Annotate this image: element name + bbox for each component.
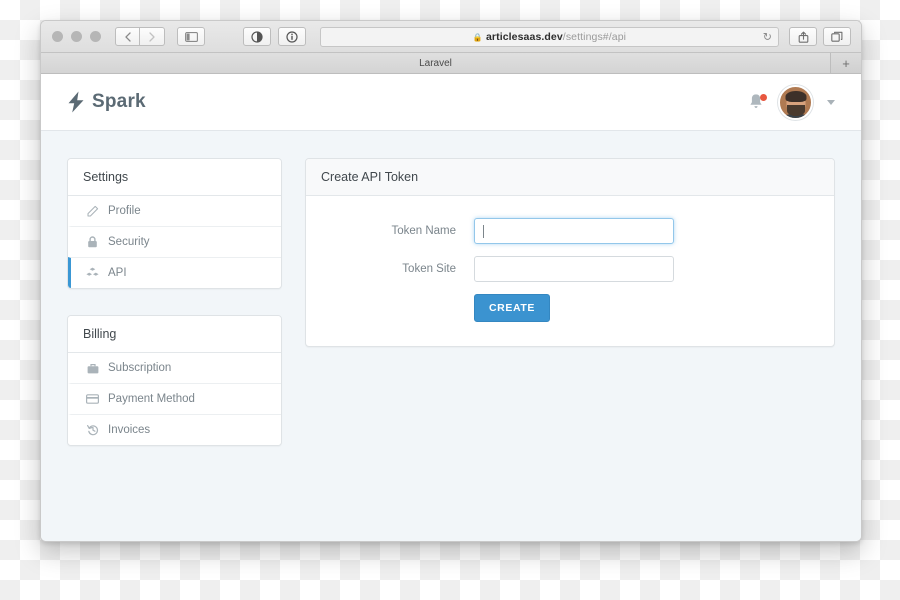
web-page: Spark Settings Profile Security API Bill… [41,74,861,541]
sidebar-item-profile[interactable]: Profile [68,196,281,226]
chevron-left-icon [124,31,131,42]
share-button[interactable] [789,27,817,46]
briefcase-icon [86,363,99,374]
back-button[interactable] [115,27,140,46]
reload-button[interactable]: ↻ [763,30,772,43]
notification-badge [760,94,767,101]
info-icon [286,30,298,43]
tabs-overview-icon [831,31,843,42]
create-button[interactable]: CREATE [474,294,550,322]
text-cursor [483,224,484,238]
sidebar-item-label: Profile [108,205,141,217]
notifications-button[interactable] [748,93,767,111]
create-api-token-form: Token Name Token Site CREATE [306,196,834,346]
browser-toolbar: 🔒 articlesaas.dev/settings#/api ↻ [41,21,861,53]
billing-card: Billing Subscription Payment Method Invo… [67,315,282,446]
sidebar-item-label: Subscription [108,362,172,374]
settings-card: Settings Profile Security API [67,158,282,289]
site-info-button[interactable] [278,27,306,46]
form-row-token-site: Token Site [326,256,814,282]
share-icon [798,31,808,43]
cubes-icon [86,267,99,279]
panel-title: Create API Token [306,159,834,196]
window-traffic-lights [52,31,101,42]
lock-icon [86,236,99,248]
token-name-input[interactable] [474,218,674,244]
token-site-label: Token Site [402,263,456,275]
history-icon [86,424,99,436]
sidebar-item-label: API [108,267,127,279]
toolbar-mid-icons [243,27,306,46]
browser-tab-bar: Laravel + [41,53,861,74]
app-navbar: Spark [41,74,861,131]
chevron-down-icon[interactable] [827,99,835,105]
reader-view-button[interactable] [243,27,271,46]
navbar-right [748,84,835,120]
sidebar-item-payment-method[interactable]: Payment Method [68,383,281,414]
lock-icon: 🔒 [472,32,483,42]
avatar-hair [785,91,806,103]
sidebar-item-invoices[interactable]: Invoices [68,414,281,445]
navigation-buttons [115,27,165,46]
url-text: 🔒 articlesaas.dev/settings#/api [473,31,626,43]
tabs-overview-button[interactable] [823,27,851,46]
sidebar-item-security[interactable]: Security [68,226,281,257]
main-panel: Create API Token Token Name Token Site C… [305,158,835,446]
form-actions-spacer [326,294,474,322]
token-site-input[interactable] [474,256,674,282]
minimize-window-button[interactable] [71,31,82,42]
token-name-label: Token Name [391,225,456,237]
form-row-token-name: Token Name [326,218,814,244]
form-actions: CREATE [326,294,814,322]
url-path: /settings#/api [562,30,627,43]
sidebar-item-label: Security [108,236,150,248]
tab-laravel[interactable]: Laravel [41,53,831,73]
sidebar-item-label: Invoices [108,424,151,436]
sidebar-item-api[interactable]: API [68,257,281,288]
avatar[interactable] [778,84,813,120]
chevron-right-icon [149,31,155,42]
credit-card-icon [86,394,99,404]
billing-nav-list: Subscription Payment Method Invoices [68,353,281,445]
sidebar: Settings Profile Security API Billing Su… [67,158,282,446]
toolbar-right-buttons [789,27,851,46]
avatar-beard [786,104,805,116]
lightning-bolt-icon [68,91,84,113]
page-content: Settings Profile Security API Billing Su… [41,131,861,446]
sidebar-item-label: Payment Method [108,393,195,405]
settings-nav-list: Profile Security API [68,196,281,288]
maximize-window-button[interactable] [90,31,101,42]
reader-view-icon [251,30,263,43]
address-bar[interactable]: 🔒 articlesaas.dev/settings#/api ↻ [320,26,779,47]
billing-card-title: Billing [68,316,281,353]
new-tab-button[interactable]: + [831,53,861,73]
url-domain: articlesaas.dev [485,30,563,43]
edit-icon [86,205,99,217]
sidebar-item-subscription[interactable]: Subscription [68,353,281,383]
brand-name: Spark [92,91,146,112]
create-api-token-card: Create API Token Token Name Token Site C… [305,158,835,347]
sidebar-toggle-icon [184,31,198,42]
close-window-button[interactable] [52,31,63,42]
settings-card-title: Settings [68,159,281,196]
browser-window: 🔒 articlesaas.dev/settings#/api ↻ Larave… [40,20,862,542]
screenshot-root: 🔒 articlesaas.dev/settings#/api ↻ Larave… [0,0,900,600]
sidebar-toggle-button[interactable] [177,27,205,46]
forward-button[interactable] [140,27,165,46]
brand-logo[interactable]: Spark [67,91,146,113]
